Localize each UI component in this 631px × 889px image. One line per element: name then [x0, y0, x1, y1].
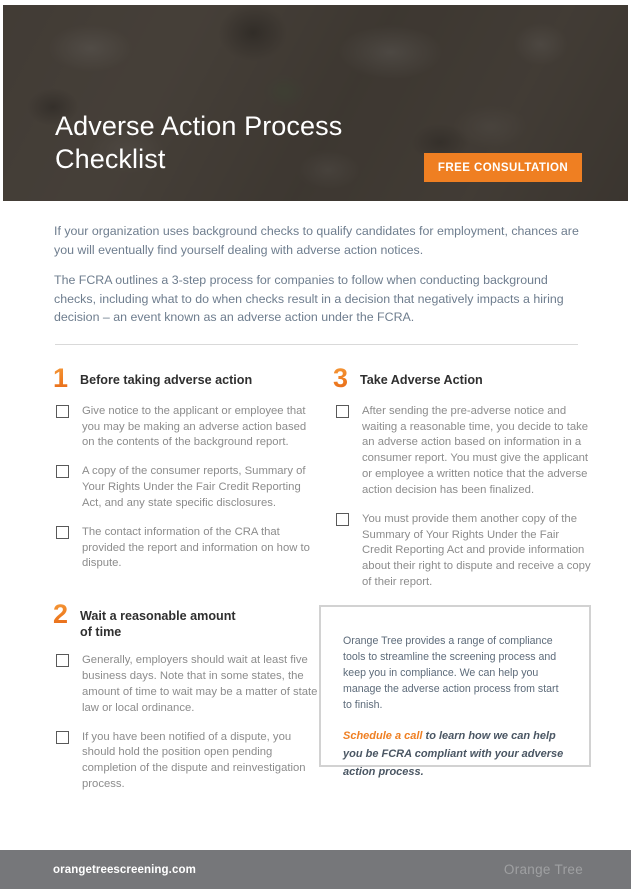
- section-2: 2 Wait a reasonable amount of time Gener…: [53, 601, 318, 793]
- left-column: 1 Before taking adverse action Give noti…: [53, 365, 318, 793]
- list-item-label: After sending the pre-adverse notice and…: [362, 404, 589, 496]
- section-1: 1 Before taking adverse action Give noti…: [53, 365, 318, 572]
- list-item: You must provide them another copy of th…: [333, 512, 591, 591]
- checkbox-icon[interactable]: [56, 404, 69, 418]
- section-2-list: Generally, employers should wait at leas…: [53, 653, 318, 793]
- checklist-page: Adverse Action Process Checklist FREE CO…: [0, 0, 631, 889]
- page-footer: orangetreescreening.com Orange Tree: [0, 850, 631, 889]
- checkbox-icon[interactable]: [336, 404, 349, 418]
- list-item-label: The contact information of the CRA that …: [82, 525, 310, 570]
- checkbox-icon[interactable]: [56, 525, 69, 539]
- section-1-number: 1: [53, 365, 80, 392]
- callout-cta-text: Schedule a call to learn how we can help…: [343, 728, 567, 781]
- section-3: 3 Take Adverse Action After sending the …: [333, 365, 591, 591]
- list-item-label: Generally, employers should wait at leas…: [82, 654, 318, 714]
- section-2-title: Wait a reasonable amount of time: [80, 609, 236, 640]
- list-item: The contact information of the CRA that …: [53, 525, 318, 572]
- section-1-list: Give notice to the applicant or employee…: [53, 404, 318, 572]
- right-column: 3 Take Adverse Action After sending the …: [333, 365, 591, 591]
- section-3-list: After sending the pre-adverse notice and…: [333, 404, 591, 591]
- intro-paragraph-2: The FCRA outlines a 3-step process for c…: [54, 272, 564, 325]
- list-item-label: You must provide them another copy of th…: [362, 512, 591, 588]
- list-item-label: Give notice to the applicant or employee…: [82, 404, 307, 449]
- section-1-title: Before taking adverse action: [80, 373, 253, 387]
- free-consultation-button[interactable]: FREE CONSULTATION: [424, 153, 582, 182]
- hero-banner: Adverse Action Process Checklist FREE CO…: [3, 5, 628, 201]
- checkbox-icon[interactable]: [56, 730, 69, 744]
- section-3-title: Take Adverse Action: [360, 373, 483, 387]
- checkbox-icon[interactable]: [336, 512, 349, 526]
- list-item: After sending the pre-adverse notice and…: [333, 404, 591, 499]
- section-2-number: 2: [53, 601, 80, 628]
- list-item: Give notice to the applicant or employee…: [53, 404, 318, 451]
- schedule-a-call-link[interactable]: Schedule a call: [343, 730, 422, 742]
- intro-paragraph-1: If your organization uses background che…: [54, 224, 579, 257]
- callout-body-text: Orange Tree provides a range of complian…: [343, 635, 559, 712]
- intro-text-block: If your organization uses background che…: [54, 222, 581, 327]
- section-2-header: 2 Wait a reasonable amount of time: [53, 601, 318, 640]
- list-item-label: A copy of the consumer reports, Summary …: [82, 465, 306, 509]
- section-3-number: 3: [333, 365, 360, 392]
- compliance-callout-box: Orange Tree provides a range of complian…: [319, 605, 591, 778]
- list-item-label: If you have been notified of a dispute, …: [82, 730, 306, 791]
- list-item: If you have been notified of a dispute, …: [53, 730, 318, 793]
- checkbox-icon[interactable]: [56, 465, 69, 479]
- section-divider: [55, 344, 578, 345]
- section-1-header: 1 Before taking adverse action: [53, 365, 318, 392]
- footer-brand-logo: Orange Tree: [503, 862, 583, 877]
- list-item: Generally, employers should wait at leas…: [53, 653, 318, 716]
- list-item: A copy of the consumer reports, Summary …: [53, 464, 318, 511]
- page-title: Adverse Action Process Checklist: [55, 111, 343, 175]
- section-3-header: 3 Take Adverse Action: [333, 365, 591, 392]
- footer-website-url[interactable]: orangetreescreening.com: [53, 864, 196, 876]
- checkbox-icon[interactable]: [56, 654, 69, 668]
